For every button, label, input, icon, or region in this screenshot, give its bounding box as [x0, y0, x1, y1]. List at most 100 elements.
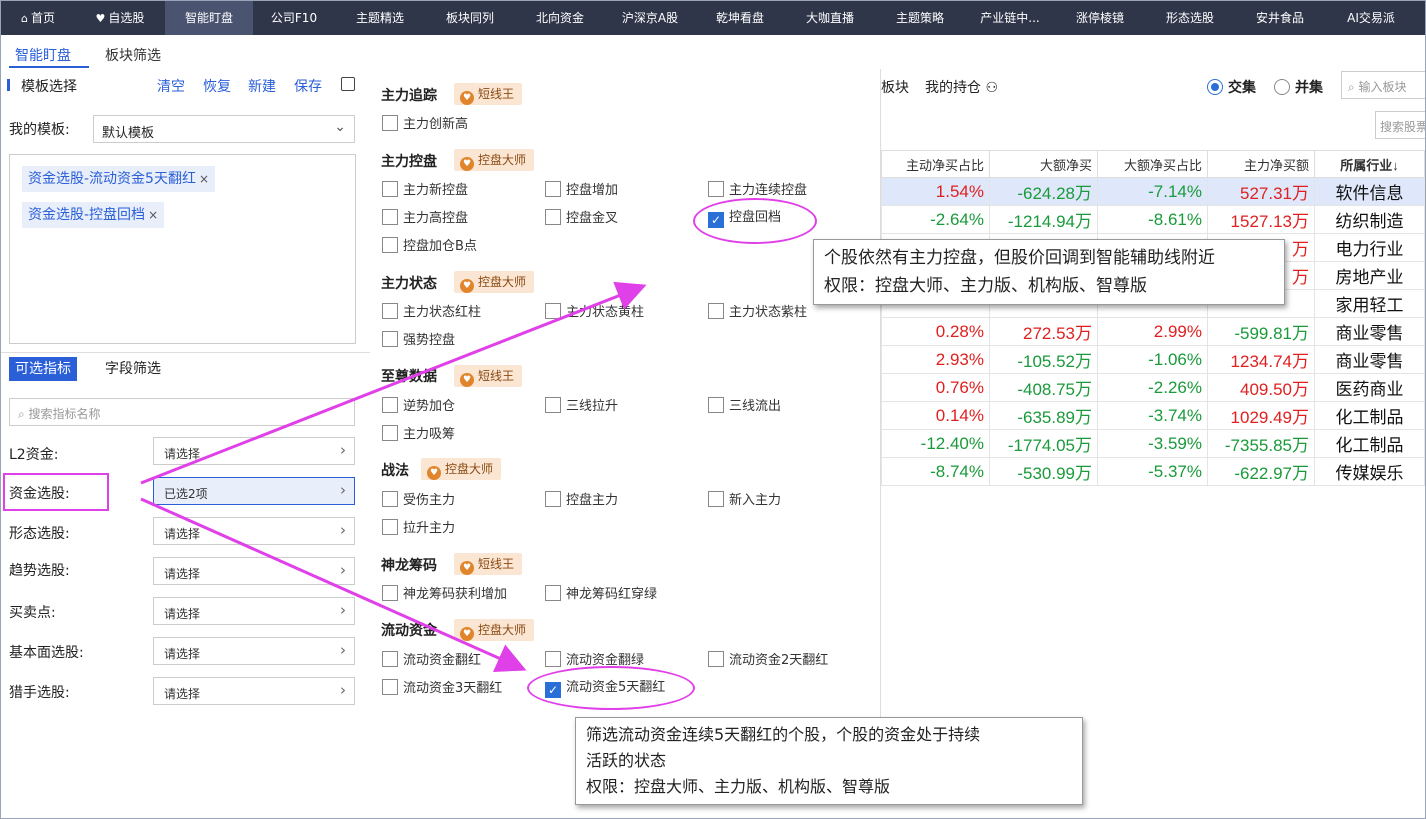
indicator-checkbox[interactable]: 逆势加仓: [382, 397, 455, 417]
chevron-right-icon: ›: [340, 601, 346, 619]
indicator-checkbox[interactable]: 控盘加仓B点: [382, 237, 477, 257]
subtab-smart-watch[interactable]: 智能盯盘: [15, 45, 71, 65]
nav-tab-industry-chain[interactable]: 产业链中...: [965, 1, 1055, 35]
tab-sector[interactable]: 板块: [881, 77, 909, 97]
tab-field-filter[interactable]: 字段筛选: [99, 357, 167, 381]
close-icon[interactable]: ×: [199, 172, 209, 186]
nav-tab-ashares[interactable]: 沪深京A股: [605, 1, 695, 35]
indicator-checkbox[interactable]: 主力新控盘: [382, 181, 468, 201]
filter-select-fund[interactable]: 已选2项 ›: [153, 477, 355, 505]
chevron-down-icon: ⌄: [334, 119, 346, 135]
value-cell: 1527.13万: [1207, 205, 1315, 234]
indicator-checkbox[interactable]: 神龙筹码红穿绿: [545, 585, 657, 605]
value-cell: -3.74%: [1097, 401, 1208, 430]
clear-button[interactable]: 清空: [157, 76, 185, 96]
value-cell: 0.76%: [881, 373, 990, 402]
value-cell: -5.37%: [1097, 457, 1208, 486]
nav-tab-qiankun[interactable]: 乾坤看盘: [695, 1, 785, 35]
nav-tab-strategy[interactable]: 主题策略: [875, 1, 965, 35]
indicator-checkbox[interactable]: 主力状态红柱: [382, 303, 481, 323]
indicator-checkbox[interactable]: 控盘增加: [545, 181, 618, 201]
value-cell: 0.28%: [881, 317, 990, 346]
nav-tab-ai[interactable]: AI交易派: [1325, 1, 1417, 35]
filter-select-hunter[interactable]: 请选择 ›: [153, 677, 355, 705]
table-row[interactable]: -8.74% -530.99万 -5.37% -622.97万 传媒娱乐: [881, 457, 1425, 486]
indicator-checkbox[interactable]: 控盘金叉: [545, 209, 618, 229]
table-row[interactable]: -12.40% -1774.05万 -3.59% -7355.85万 化工制品: [881, 429, 1425, 458]
table-row[interactable]: 2.93% -105.52万 -1.06% 1234.74万 商业零售: [881, 345, 1425, 374]
indicator-checkbox[interactable]: 主力高控盘: [382, 209, 468, 229]
value-cell: 2.99%: [1097, 317, 1208, 346]
table-row[interactable]: 0.28% 272.53万 2.99% -599.81万 商业零售: [881, 317, 1425, 346]
column-header-industry[interactable]: 所属行业↓: [1314, 150, 1425, 178]
column-header[interactable]: 大额净买占比: [1097, 150, 1208, 178]
indicator-search-input[interactable]: ⌕ 搜索指标名称: [9, 398, 355, 426]
indicator-checkbox[interactable]: 三线流出: [708, 397, 781, 417]
active-tab-underline: [9, 66, 89, 68]
checkbox: [382, 237, 398, 253]
tab-optional-indicators[interactable]: 可选指标: [9, 357, 77, 381]
value-cell: -8.74%: [881, 457, 990, 486]
indicator-checkbox[interactable]: 控盘主力: [545, 491, 618, 511]
my-template-select[interactable]: 默认模板 ⌄: [93, 115, 355, 143]
nav-tab-pattern[interactable]: 形态选股: [1145, 1, 1235, 35]
value-cell: -1.06%: [1097, 345, 1208, 374]
checkbox: [708, 491, 724, 507]
crown-icon: ♥: [460, 373, 474, 387]
save-button[interactable]: 保存: [294, 76, 322, 96]
indicator-checkbox[interactable]: 新入主力: [708, 491, 781, 511]
column-header[interactable]: 大额净买: [989, 150, 1098, 178]
indicator-checkbox[interactable]: 流动资金3天翻红: [382, 679, 502, 699]
value-cell: -12.40%: [881, 429, 990, 458]
checkbox: [545, 491, 561, 507]
nav-tab-limit-up[interactable]: 涨停棱镜: [1055, 1, 1145, 35]
nav-tab-northbound[interactable]: 北向资金: [515, 1, 605, 35]
filter-select-fundamental[interactable]: 请选择 ›: [153, 637, 355, 665]
indicator-checkbox[interactable]: 流动资金翻红: [382, 651, 481, 671]
table-row[interactable]: 0.76% -408.75万 -2.26% 409.50万 医药商业: [881, 373, 1425, 402]
table-row[interactable]: -2.64% -1214.94万 -8.61% 1527.13万 纺织制造: [881, 205, 1425, 234]
column-header[interactable]: 主动净买占比: [881, 150, 990, 178]
radio-union[interactable]: 并集: [1274, 77, 1323, 97]
nav-tab-theme[interactable]: 主题精选: [335, 1, 425, 35]
export-icon[interactable]: [341, 77, 355, 91]
nav-tab-watchlist[interactable]: ♥ 自选股: [75, 1, 165, 35]
table-row[interactable]: 0.14% -635.89万 -3.74% 1029.49万 化工制品: [881, 401, 1425, 430]
table-row[interactable]: 1.54% -624.28万 -7.14% 527.31万 软件信息: [881, 177, 1425, 206]
nav-tab-home[interactable]: ⌂ 首页: [1, 1, 75, 35]
nav-tab-anjing[interactable]: 安井食品: [1235, 1, 1325, 35]
indicator-checkbox[interactable]: 主力吸筹: [382, 425, 455, 445]
stock-search-input[interactable]: 搜索股票: [1375, 111, 1425, 139]
filter-select-pattern[interactable]: 请选择 ›: [153, 517, 355, 545]
value-cell: -7.14%: [1097, 177, 1208, 206]
subtab-sector-filter[interactable]: 板块筛选: [105, 45, 161, 65]
indicator-checkbox[interactable]: 三线拉升: [545, 397, 618, 417]
indicator-checkbox[interactable]: 流动资金2天翻红: [708, 651, 828, 671]
indicator-checkbox[interactable]: 受伤主力: [382, 491, 455, 511]
checkbox: [382, 651, 398, 667]
nav-tab-f10[interactable]: 公司F10: [253, 1, 335, 35]
tab-holdings[interactable]: 我的持仓 ⚇: [925, 77, 998, 97]
sector-search-input[interactable]: ⌕ 输入板块: [1341, 71, 1425, 99]
category-title: 主力控盘: [381, 154, 437, 170]
restore-button[interactable]: 恢复: [203, 76, 231, 96]
indicator-checkbox[interactable]: 强势控盘: [382, 331, 455, 351]
chevron-right-icon: ›: [340, 441, 346, 459]
filter-select-trend[interactable]: 请选择 ›: [153, 557, 355, 585]
column-header[interactable]: 主力净买额: [1207, 150, 1315, 178]
filter-select-trade-points[interactable]: 请选择 ›: [153, 597, 355, 625]
indicator-checkbox[interactable]: 拉升主力: [382, 519, 455, 539]
indicator-checkbox[interactable]: 主力状态黄柱: [545, 303, 644, 323]
value-cell: -408.75万: [989, 373, 1098, 402]
radio-intersect[interactable]: 交集: [1207, 77, 1256, 97]
nav-tab-smart-watch[interactable]: 智能盯盘: [165, 1, 253, 35]
close-icon[interactable]: ×: [148, 208, 158, 222]
nav-tab-live[interactable]: 大咖直播: [785, 1, 875, 35]
indicator-checkbox[interactable]: 主力状态紫柱: [708, 303, 807, 323]
nav-tab-sector[interactable]: 板块同列: [425, 1, 515, 35]
filter-select-l2[interactable]: 请选择 ›: [153, 437, 355, 465]
template-select-title: 模板选择: [21, 79, 77, 95]
indicator-checkbox[interactable]: 主力创新高: [382, 115, 468, 135]
indicator-checkbox[interactable]: 神龙筹码获利增加: [382, 585, 507, 605]
new-button[interactable]: 新建: [248, 76, 276, 96]
